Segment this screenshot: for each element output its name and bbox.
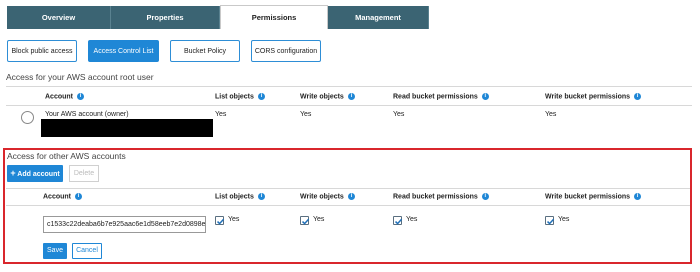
- tab-permissions[interactable]: Permissions: [220, 5, 328, 29]
- write-bucket-label: Yes: [558, 216, 570, 223]
- list-objects-label: Yes: [228, 216, 240, 223]
- account-id-input[interactable]: c1533c22deaba6b7e925aac6e1d58eeb7e2d0898…: [43, 216, 206, 233]
- root-read-bucket: Yes: [393, 111, 405, 118]
- root-section-title: Access for your AWS account root user: [6, 72, 154, 82]
- info-icon[interactable]: i: [634, 93, 642, 100]
- read-bucket-label: Yes: [406, 216, 418, 223]
- subtab-cors-configuration[interactable]: CORS configuration: [251, 40, 321, 62]
- header-account: Account i: [43, 193, 82, 200]
- info-icon[interactable]: i: [75, 193, 82, 200]
- tab-management[interactable]: Management: [328, 6, 429, 29]
- row-select-radio[interactable]: [21, 111, 34, 124]
- header-read-bucket: Read bucket permissions i: [393, 193, 489, 200]
- redacted-block: [41, 119, 213, 137]
- subtab-block-public-access[interactable]: Block public access: [7, 40, 77, 62]
- save-button[interactable]: Save: [43, 243, 67, 259]
- tab-overview[interactable]: Overview: [7, 6, 111, 29]
- plus-icon: +: [10, 168, 16, 178]
- info-icon[interactable]: i: [347, 93, 355, 100]
- tab-properties[interactable]: Properties: [111, 6, 220, 29]
- other-section-title: Access for other AWS accounts: [7, 151, 126, 161]
- header-write-bucket: Write bucket permissions i: [545, 93, 642, 100]
- header-write-objects: Write objects i: [300, 193, 355, 200]
- delete-button[interactable]: Delete: [69, 165, 99, 182]
- info-icon[interactable]: i: [481, 193, 489, 200]
- header-write-objects: Write objects i: [300, 93, 355, 100]
- check-icon: [216, 218, 225, 225]
- write-objects-checkbox[interactable]: [300, 216, 310, 225]
- write-objects-label: Yes: [313, 216, 325, 223]
- header-account: Account i: [45, 93, 84, 100]
- subtab-bucket-policy[interactable]: Bucket Policy: [170, 40, 240, 62]
- root-write-objects: Yes: [300, 111, 312, 118]
- info-icon[interactable]: i: [77, 93, 84, 100]
- read-bucket-checkbox[interactable]: [393, 216, 403, 225]
- divider: [6, 105, 692, 106]
- tab-bar: Overview Properties Permissions Manageme…: [7, 5, 429, 29]
- info-icon[interactable]: i: [257, 93, 265, 100]
- check-icon: [301, 218, 310, 225]
- info-icon[interactable]: i: [634, 193, 642, 200]
- list-objects-checkbox[interactable]: [215, 216, 225, 225]
- highlight-box: [3, 148, 692, 264]
- cancel-button[interactable]: Cancel: [72, 243, 102, 259]
- header-read-bucket: Read bucket permissions i: [393, 93, 489, 100]
- write-bucket-checkbox[interactable]: [545, 216, 555, 225]
- check-icon: [394, 218, 403, 225]
- info-icon[interactable]: i: [481, 93, 489, 100]
- header-list-objects: List objects i: [215, 93, 265, 100]
- root-write-bucket: Yes: [545, 111, 557, 118]
- divider: [6, 205, 690, 206]
- subtab-access-control-list[interactable]: Access Control List: [88, 40, 159, 62]
- header-write-bucket: Write bucket permissions i: [545, 193, 642, 200]
- root-account-name: Your AWS account (owner): [45, 111, 129, 118]
- root-list-objects: Yes: [215, 111, 227, 118]
- info-icon[interactable]: i: [347, 193, 355, 200]
- divider: [6, 188, 690, 189]
- header-list-objects: List objects i: [215, 193, 265, 200]
- divider: [6, 86, 692, 87]
- add-account-button[interactable]: + Add account: [7, 165, 63, 182]
- info-icon[interactable]: i: [257, 193, 265, 200]
- check-icon: [546, 218, 555, 225]
